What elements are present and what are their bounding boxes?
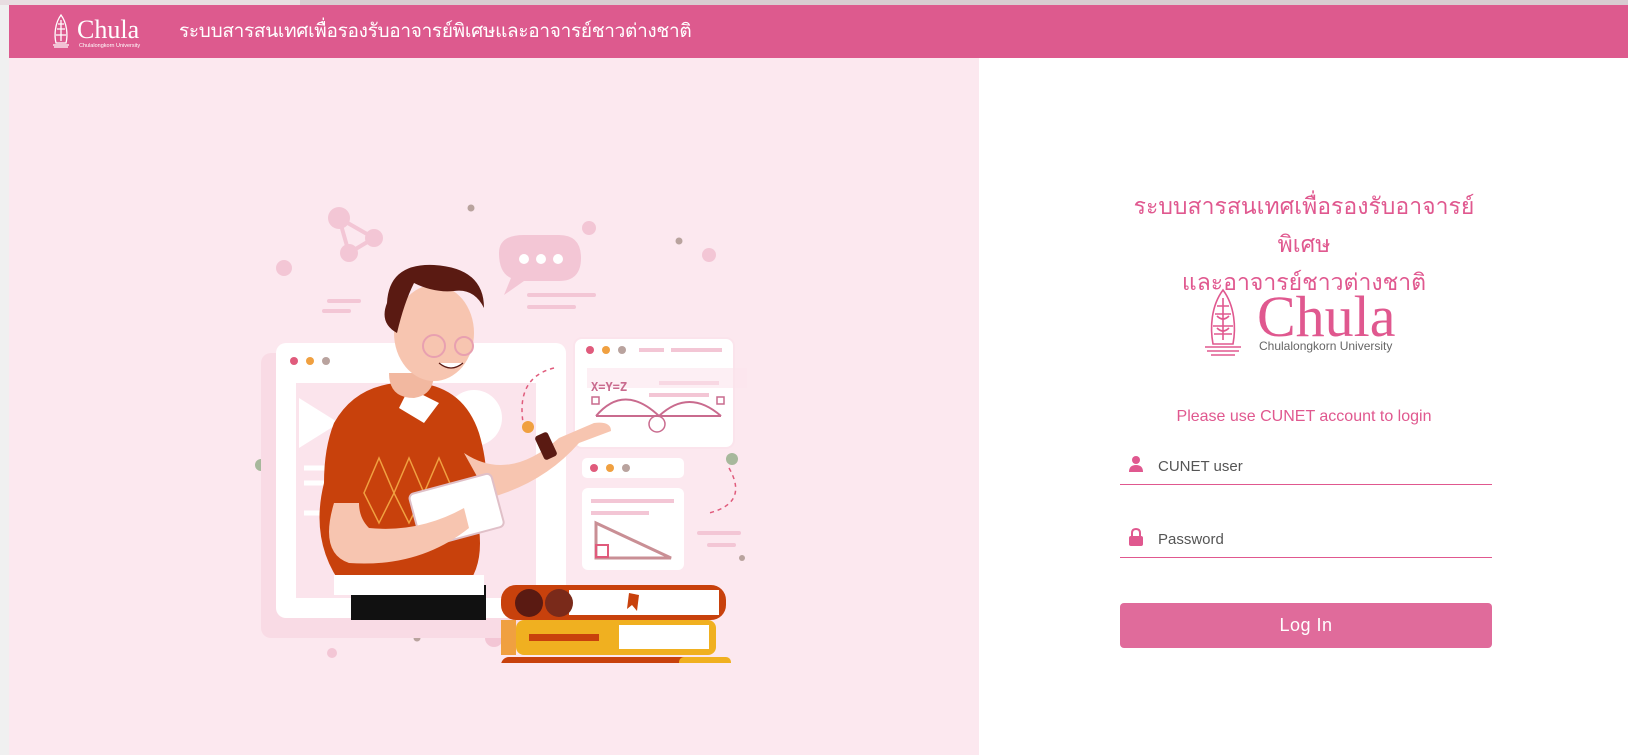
- lock-icon: [1129, 528, 1143, 546]
- system-title-line1: ระบบสารสนเทศเพื่อรองรับอาจารย์พิเศษ: [1133, 194, 1475, 258]
- username-input[interactable]: [1156, 449, 1490, 483]
- header-logo-subtext: Chulalongkorn University: [79, 43, 140, 49]
- teacher-illustration: X=Y=Z: [255, 204, 747, 663]
- login-hint: Please use CUNET account to login: [1176, 408, 1432, 425]
- password-field: [1120, 518, 1492, 558]
- illustration-panel: X=Y=Z: [9, 58, 979, 755]
- top-header: Chula Chulalongkorn University ระบบสารสน…: [9, 5, 1628, 58]
- login-button[interactable]: Log In: [1120, 603, 1492, 648]
- header-logo-text: Chula: [77, 15, 140, 44]
- user-icon: [1129, 456, 1143, 472]
- username-field: [1120, 445, 1492, 485]
- chula-logo-subtext: Chulalongkorn University: [1259, 339, 1392, 353]
- page: Chula Chulalongkorn University ระบบสารสน…: [9, 5, 1628, 755]
- login-panel: ระบบสารสนเทศเพื่อรองรับอาจารย์พิเศษ และอ…: [979, 58, 1628, 755]
- chula-emblem-icon: [1205, 288, 1241, 356]
- chula-logo: Chula Chulalongkorn University: [1205, 286, 1396, 356]
- password-input[interactable]: [1156, 522, 1490, 556]
- header-chula-logo[interactable]: Chula Chulalongkorn University: [51, 11, 146, 51]
- system-title: ระบบสารสนเทศเพื่อรองรับอาจารย์พิเศษ และอ…: [1109, 188, 1499, 302]
- equation-text: X=Y=Z: [591, 380, 627, 394]
- header-title: ระบบสารสนเทศเพื่อรองรับอาจารย์พิเศษและอา…: [179, 20, 692, 42]
- chula-emblem-icon: [53, 13, 69, 48]
